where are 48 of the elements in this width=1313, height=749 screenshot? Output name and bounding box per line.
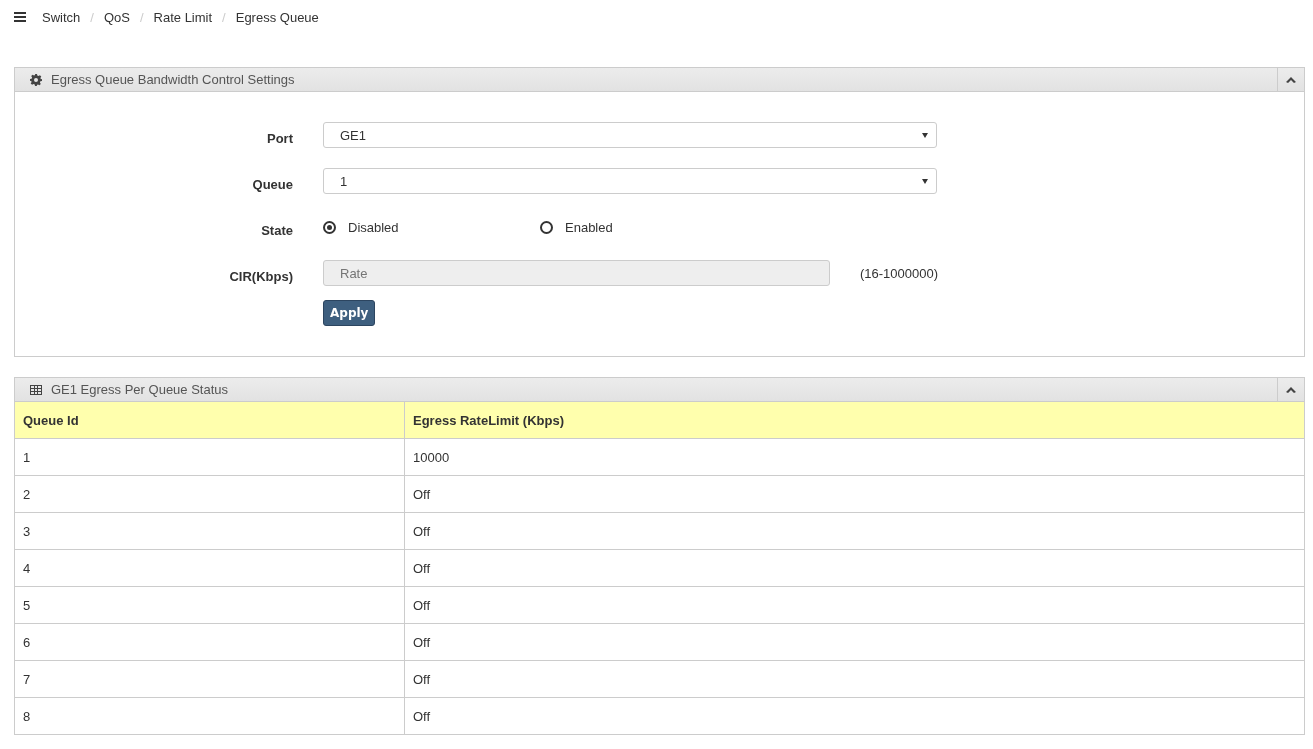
radio-button[interactable] xyxy=(323,220,336,234)
dropdown-value: GE1 xyxy=(340,127,366,143)
breadcrumb-separator: / xyxy=(90,9,94,25)
dropdown-value: 1 xyxy=(340,173,348,189)
field-label: State xyxy=(260,222,294,238)
menu-icon[interactable] xyxy=(14,12,26,22)
chevron-icon xyxy=(1286,76,1296,83)
table-cell: 5 xyxy=(15,586,405,624)
radio-option[interactable]: Disabled xyxy=(323,219,540,235)
table-cell: Off xyxy=(404,586,1304,624)
table-cell: 6 xyxy=(15,623,405,661)
caret-icon xyxy=(922,132,928,138)
radio-button[interactable] xyxy=(540,220,553,234)
dropdown[interactable]: 1 xyxy=(323,168,937,194)
table-cell: 7 xyxy=(15,660,405,698)
breadcrumb-separator: / xyxy=(139,9,144,25)
caret-icon xyxy=(922,178,928,184)
table-cell: 2 xyxy=(15,475,405,513)
table-cell: 4 xyxy=(15,549,405,587)
table-cell: Off xyxy=(404,549,1304,587)
dropdown[interactable]: GE1 xyxy=(323,122,937,148)
table-cell: Off xyxy=(404,623,1304,661)
column-header: Queue Id xyxy=(15,402,405,439)
column-header: Egress RateLimit (Kbps) xyxy=(404,402,1304,439)
table-cell: 8 xyxy=(15,697,405,734)
gear-icon xyxy=(30,73,42,86)
table-cell: 1 xyxy=(15,438,405,476)
chevron-icon xyxy=(1286,386,1296,393)
radio-option[interactable]: Enabled xyxy=(540,219,757,235)
table-cell: 3 xyxy=(15,512,405,550)
breadcrumb-link[interactable]: Egress Queue xyxy=(235,9,319,25)
table-cell: Off xyxy=(404,697,1304,734)
panel-title: Egress Queue Bandwidth Control Settings xyxy=(51,72,296,87)
table-cell: 10000 xyxy=(404,438,1304,476)
field-label: Queue xyxy=(251,176,294,192)
field-label: Port xyxy=(266,130,294,146)
field-label: CIR(Kbps) xyxy=(228,268,294,284)
table-icon xyxy=(30,384,42,395)
breadcrumb-link[interactable]: QoS xyxy=(103,9,130,25)
breadcrumb-link[interactable]: Switch xyxy=(42,9,81,25)
table-cell: Off xyxy=(404,475,1304,513)
table-cell: Off xyxy=(404,660,1304,698)
breadcrumb-link[interactable]: Rate Limit xyxy=(153,9,213,25)
apply-button[interactable]: Apply xyxy=(323,300,376,326)
breadcrumb-separator: / xyxy=(222,9,226,25)
panel-title: GE1 Egress Per Queue Status xyxy=(51,382,230,397)
table-cell: Off xyxy=(404,512,1304,550)
range-hint: (16-1000000) xyxy=(860,265,939,281)
